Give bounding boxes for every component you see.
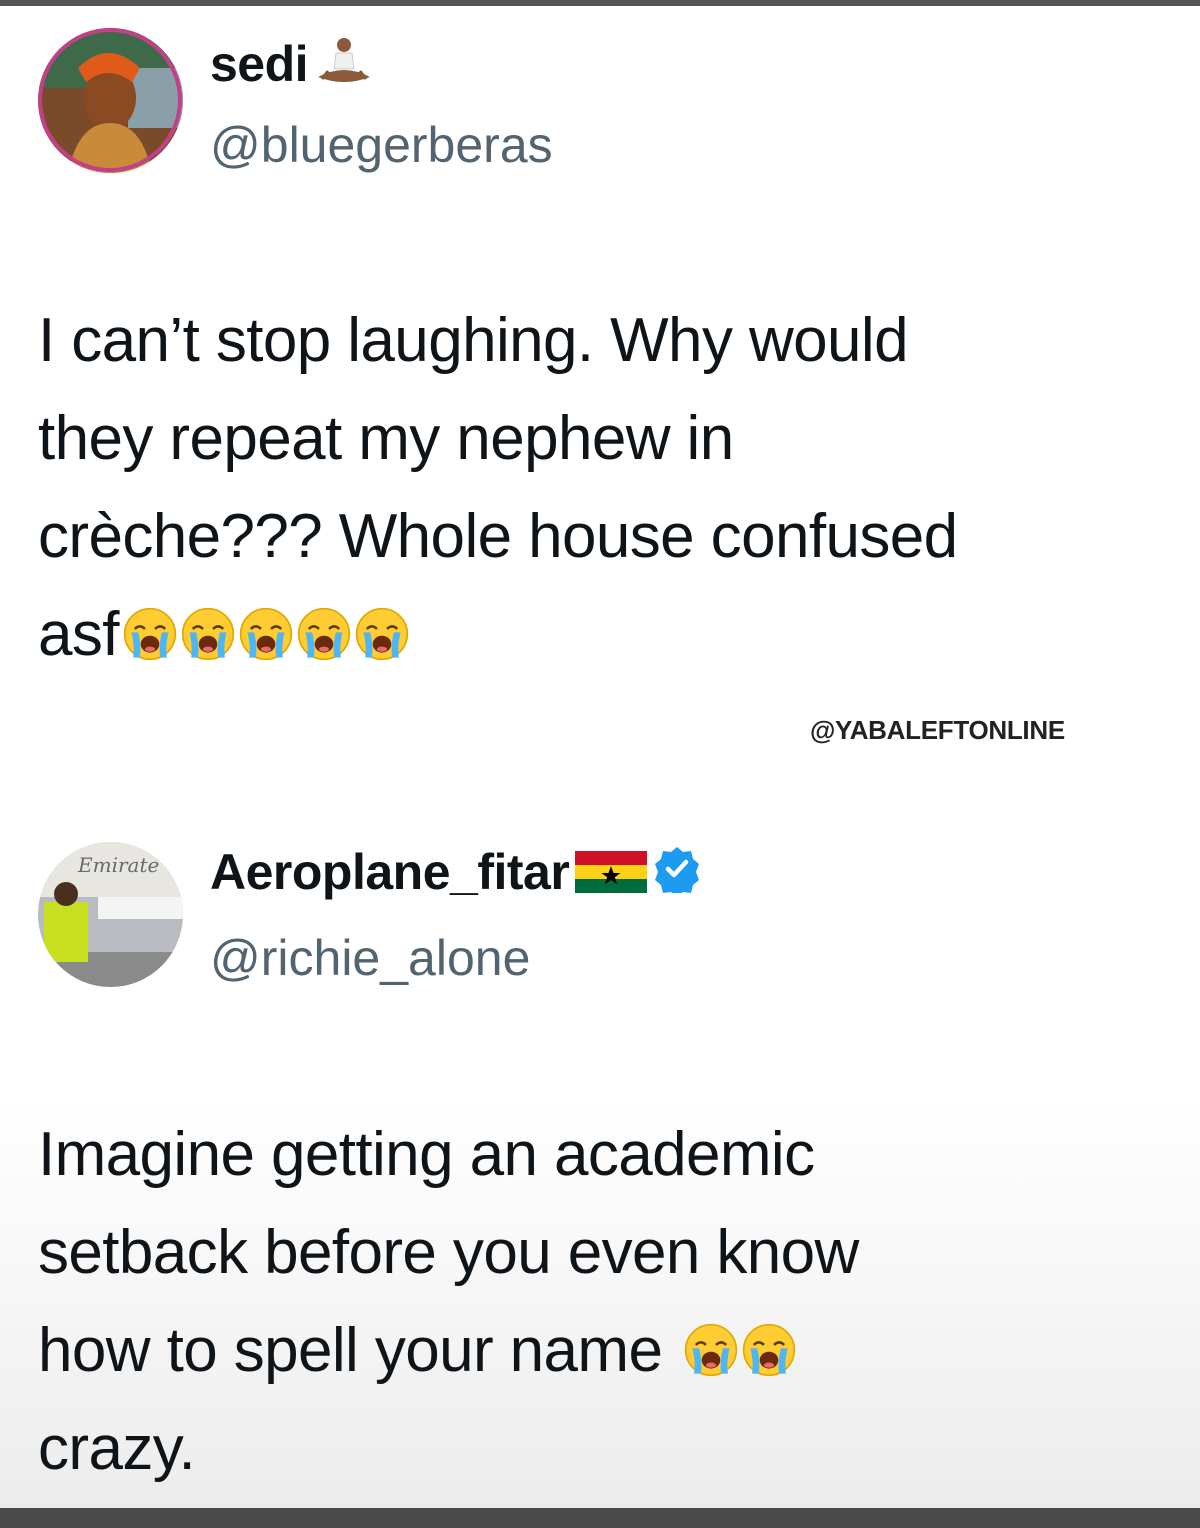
loudly-crying-face-emoji <box>355 607 409 661</box>
tweet-card[interactable]: Emirate Aeroplane_fitar @richie_alone Im… <box>0 820 1200 1510</box>
tweet-text-line: crazy. <box>38 1414 196 1483</box>
loudly-crying-face-emoji <box>181 607 235 661</box>
display-name: Aeroplane_fitar <box>210 844 570 900</box>
display-name-row[interactable]: Aeroplane_fitar <box>210 842 701 906</box>
display-name: sedi <box>210 36 309 92</box>
display-name-row[interactable]: sedi <box>210 34 374 98</box>
ghana-flag-emoji <box>575 846 648 906</box>
loudly-crying-face-emoji <box>684 1323 738 1377</box>
verified-badge-icon[interactable] <box>653 845 701 906</box>
tweet-text-line: Imagine getting an academic <box>38 1120 815 1189</box>
person-in-lotus-position-emoji <box>314 37 374 98</box>
avatar[interactable] <box>38 28 183 173</box>
avatar-text: Emirate <box>77 853 159 877</box>
avatar-photo: Emirate <box>38 842 183 987</box>
avatar-photo <box>38 28 183 173</box>
tweet-text: Imagine getting an academic setback befo… <box>38 1106 1168 1498</box>
tweet-text-line: setback before you even know <box>38 1218 859 1287</box>
tweet-text-fragment: how to spell your name <box>38 1316 663 1385</box>
loudly-crying-face-emoji <box>742 1323 796 1377</box>
loudly-crying-face-emoji <box>123 607 177 661</box>
handle[interactable]: @bluegerberas <box>210 115 553 175</box>
handle[interactable]: @richie_alone <box>210 928 530 988</box>
loudly-crying-face-emoji <box>297 607 351 661</box>
tweet-card[interactable]: sedi @bluegerberas I can’t stop laughing… <box>0 0 1200 780</box>
tweet-text-line: asf <box>38 586 1168 684</box>
tweet-text-line: how to spell your name <box>38 1302 1168 1400</box>
loudly-crying-face-emoji <box>239 607 293 661</box>
tweet-text-fragment: asf <box>38 600 120 669</box>
tweet-text-line: I can’t stop laughing. Why would <box>38 306 909 375</box>
emoji-row <box>680 1316 796 1385</box>
tweet-text-line: they repeat my nephew in <box>38 404 734 473</box>
watermark: @YABALEFTONLINE <box>810 715 1065 745</box>
tweet-text-line: crèche??? Whole house confused <box>38 502 958 571</box>
emoji-row <box>119 600 409 669</box>
bottom-frame-bar <box>0 1508 1200 1528</box>
tweet-text: I can’t stop laughing. Why would they re… <box>38 292 1168 684</box>
avatar[interactable]: Emirate <box>38 842 183 987</box>
